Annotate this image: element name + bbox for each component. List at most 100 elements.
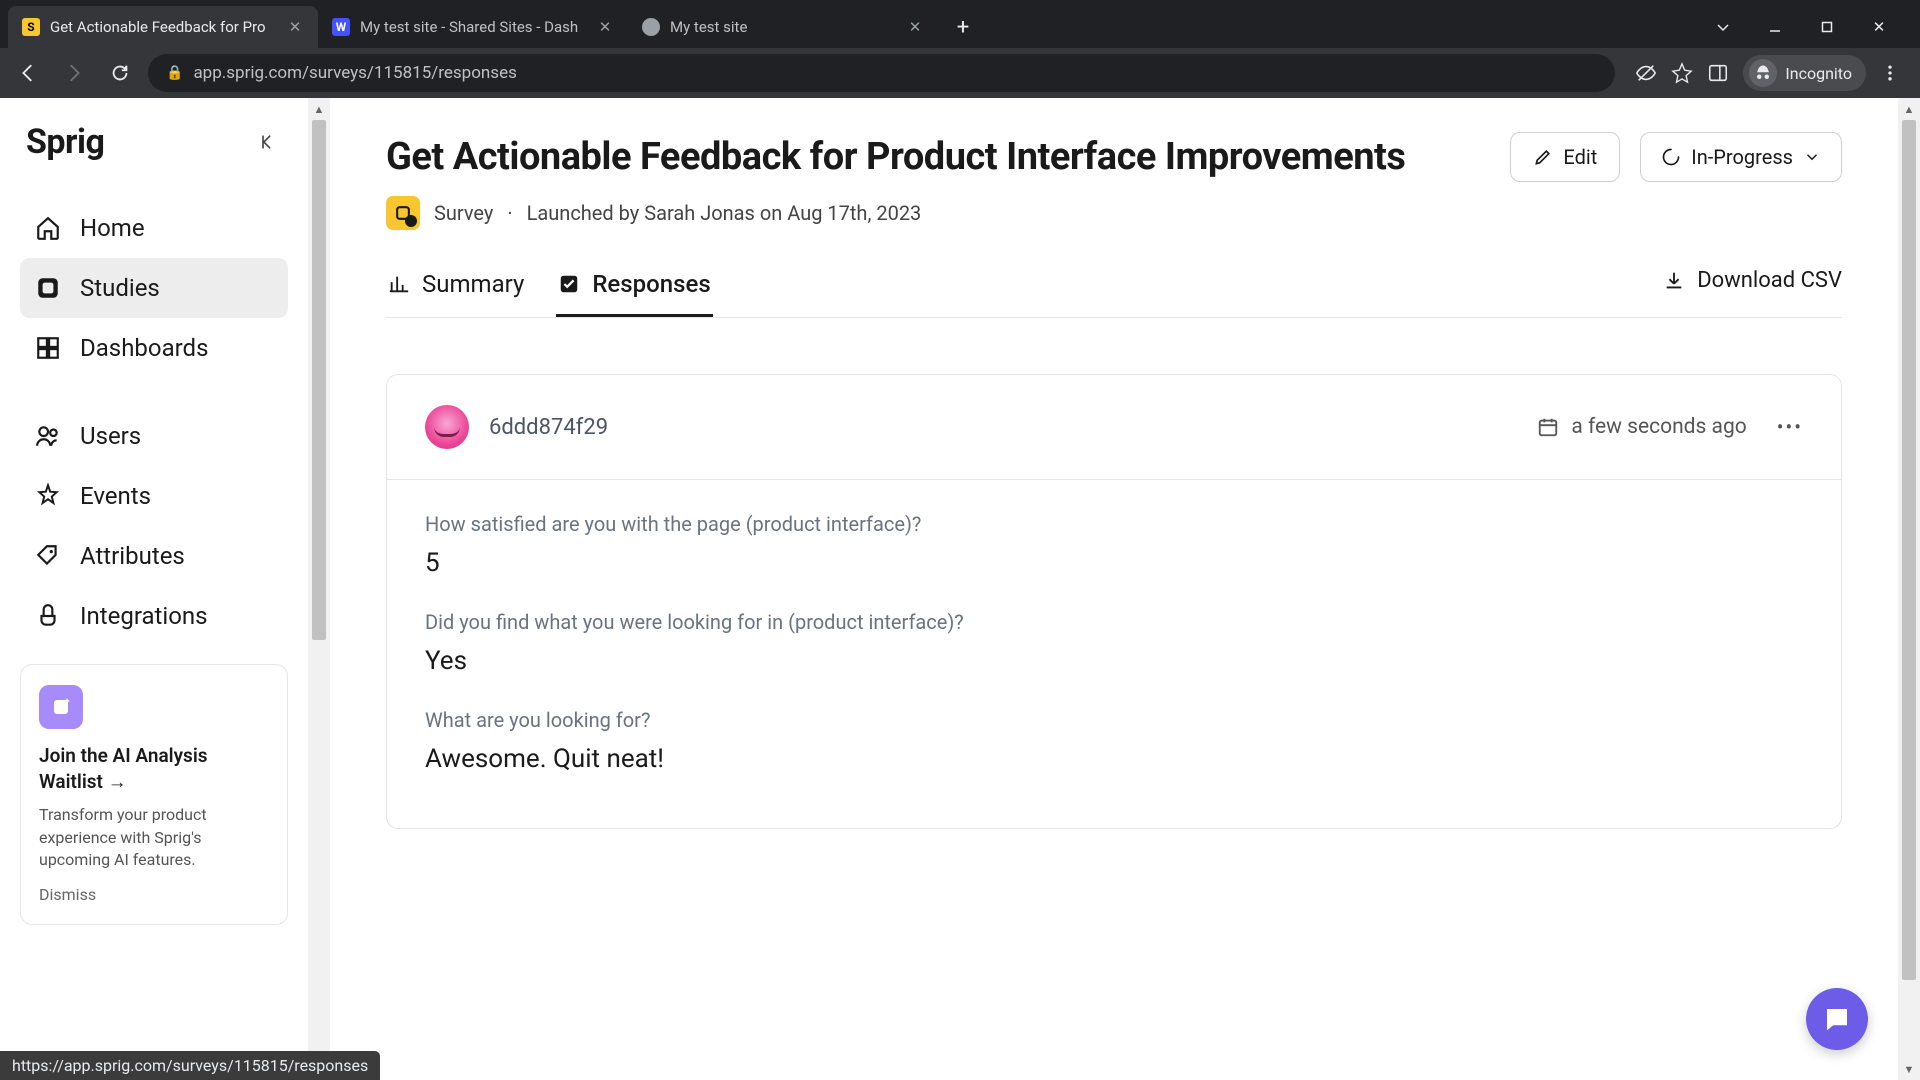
browser-tab-2[interactable]: My test site ✕ (628, 6, 938, 48)
sidebar-item-dashboards[interactable]: Dashboards (20, 318, 288, 378)
promo-card: Join the AI Analysis Waitlist → Transfor… (20, 664, 288, 925)
tab-label: Responses (592, 270, 710, 298)
tab-responses[interactable]: Responses (556, 260, 712, 317)
profile-incognito[interactable]: Incognito (1743, 55, 1866, 91)
content-tabs: Summary Responses Download CSV (386, 260, 1842, 318)
edit-button[interactable]: Edit (1510, 132, 1620, 182)
status-dropdown[interactable]: In-Progress (1640, 132, 1842, 182)
back-button[interactable] (10, 55, 46, 91)
scrollbar-thumb[interactable] (312, 120, 326, 640)
integrations-icon (34, 602, 62, 630)
nav-label: Attributes (80, 542, 185, 570)
nav-label: Integrations (80, 602, 208, 630)
answer-text: 5 (425, 548, 1803, 578)
avatar (425, 405, 469, 449)
new-tab-button[interactable]: + (946, 10, 980, 44)
status-label: In-Progress (1691, 145, 1793, 169)
answer-text: Yes (425, 646, 1803, 676)
qa-block: How satisfied are you with the page (pro… (425, 512, 1803, 578)
sidebar: Sprig Home Studies Dashboards Users Even… (0, 98, 308, 1080)
promo-body: Transform your product experience with S… (39, 804, 269, 871)
bookmark-star-icon[interactable] (1671, 62, 1693, 84)
sidebar-item-users[interactable]: Users (20, 406, 288, 466)
side-panel-icon[interactable] (1707, 62, 1729, 84)
close-icon[interactable]: ✕ (596, 18, 614, 36)
meta-type: Survey (434, 201, 493, 225)
sidebar-scrollbar[interactable]: ▲ ▼ (308, 98, 330, 1080)
toolbar-right: Incognito (1625, 55, 1910, 91)
download-icon (1663, 270, 1685, 292)
nav-label: Users (80, 422, 141, 450)
ai-sparkle-icon (39, 685, 83, 729)
tab-title: My test site (670, 18, 896, 36)
scroll-up-icon[interactable]: ▲ (314, 98, 325, 120)
page-title: Get Actionable Feedback for Product Inte… (386, 135, 1490, 179)
close-icon[interactable]: ✕ (286, 18, 304, 36)
response-card: 6ddd874f29 a few seconds ago ••• How sat… (386, 374, 1842, 829)
survey-meta: Survey · Launched by Sarah Jonas on Aug … (386, 196, 1842, 230)
window-controls: ✕ (1700, 10, 1912, 44)
close-icon[interactable]: ✕ (906, 18, 924, 36)
sprig-favicon-icon: S (22, 18, 40, 36)
download-label: Download CSV (1697, 268, 1842, 293)
menu-kebab-icon[interactable] (1880, 63, 1900, 83)
collapse-sidebar-button[interactable] (254, 128, 282, 156)
calendar-icon (1537, 416, 1559, 438)
browser-tab-0[interactable]: S Get Actionable Feedback for Pro ✕ (8, 6, 318, 48)
tab-title: Get Actionable Feedback for Pro (50, 18, 276, 36)
minimize-button[interactable] (1752, 10, 1798, 44)
home-icon (34, 214, 62, 242)
dashboards-icon (34, 334, 62, 362)
checkbox-icon (558, 273, 580, 295)
download-csv-button[interactable]: Download CSV (1663, 268, 1842, 309)
question-text: How satisfied are you with the page (pro… (425, 512, 1803, 536)
hover-url-status: https://app.sprig.com/surveys/115815/res… (0, 1051, 380, 1080)
browser-tab-1[interactable]: W My test site - Shared Sites - Dash ✕ (318, 6, 628, 48)
sidebar-item-attributes[interactable]: Attributes (20, 526, 288, 586)
scroll-down-icon[interactable]: ▼ (1904, 1058, 1915, 1080)
response-timestamp: a few seconds ago (1537, 415, 1746, 439)
sidebar-item-home[interactable]: Home (20, 198, 288, 258)
more-menu-button[interactable]: ••• (1777, 415, 1803, 439)
scrollbar-thumb[interactable] (1902, 120, 1916, 980)
maximize-button[interactable] (1804, 10, 1850, 44)
meta-sep: · (507, 201, 512, 225)
attributes-icon (34, 542, 62, 570)
lock-icon: 🔒 (166, 65, 183, 81)
logo[interactable]: Sprig (26, 122, 104, 162)
intercom-chat-button[interactable] (1806, 988, 1868, 1050)
page-viewport: Sprig Home Studies Dashboards Users Even… (0, 98, 1920, 1080)
sidebar-item-studies[interactable]: Studies (20, 258, 288, 318)
timestamp-text: a few seconds ago (1571, 415, 1746, 439)
promo-dismiss-button[interactable]: Dismiss (39, 885, 269, 904)
nav-label: Studies (80, 274, 160, 302)
close-window-button[interactable]: ✕ (1856, 10, 1902, 44)
tab-summary[interactable]: Summary (386, 260, 526, 317)
response-id[interactable]: 6ddd874f29 (489, 415, 608, 440)
promo-title[interactable]: Join the AI Analysis Waitlist → (39, 743, 269, 794)
forward-button[interactable] (56, 55, 92, 91)
qa-block: Did you find what you were looking for i… (425, 610, 1803, 676)
url-text: app.sprig.com/surveys/115815/responses (193, 63, 516, 83)
tab-title: My test site - Shared Sites - Dash (360, 18, 586, 36)
survey-badge-icon (386, 196, 420, 230)
nav-label: Events (80, 482, 151, 510)
webflow-favicon-icon: W (332, 18, 350, 36)
reload-button[interactable] (102, 55, 138, 91)
studies-icon (34, 274, 62, 302)
tab-bar: S Get Actionable Feedback for Pro ✕ W My… (0, 0, 1920, 48)
divider (20, 378, 288, 406)
chevron-down-icon (1803, 148, 1821, 166)
sidebar-item-events[interactable]: Events (20, 466, 288, 526)
main-content: Get Actionable Feedback for Product Inte… (330, 98, 1898, 1080)
main-scrollbar[interactable]: ▲ ▼ (1898, 98, 1920, 1080)
chart-icon (388, 273, 410, 295)
eye-off-icon[interactable] (1635, 62, 1657, 84)
sidebar-item-integrations[interactable]: Integrations (20, 586, 288, 646)
tabs-dropdown-icon[interactable] (1700, 10, 1746, 44)
globe-favicon-icon (642, 18, 660, 36)
scroll-up-icon[interactable]: ▲ (1904, 98, 1915, 120)
spinner-icon (1661, 147, 1681, 167)
url-input[interactable]: 🔒 app.sprig.com/surveys/115815/responses (148, 54, 1615, 92)
edit-label: Edit (1563, 145, 1597, 169)
